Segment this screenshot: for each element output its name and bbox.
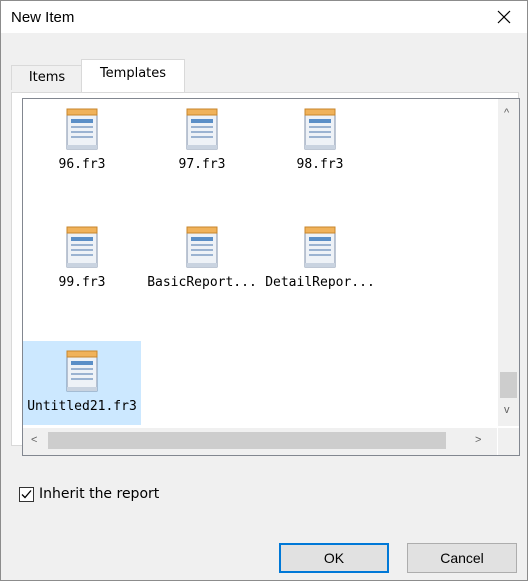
inherit-checkbox[interactable] bbox=[19, 487, 34, 502]
scroll-right-arrow[interactable]: > bbox=[475, 434, 481, 446]
dialog-title: New Item bbox=[11, 9, 75, 26]
report-file-icon bbox=[66, 108, 98, 150]
scrollbar-corner bbox=[498, 428, 519, 455]
vertical-scrollbar[interactable]: ^ v bbox=[498, 99, 519, 426]
report-file-icon bbox=[66, 226, 98, 268]
scroll-up-arrow[interactable]: ^ bbox=[504, 107, 509, 119]
list-item[interactable]: 99.fr3 bbox=[23, 217, 141, 301]
item-label: 99.fr3 bbox=[58, 275, 106, 290]
templates-list-items: 96.fr3 97.fr3 98.fr3 99.fr3 BasicReport.… bbox=[23, 99, 497, 426]
cancel-button[interactable]: Cancel bbox=[407, 543, 517, 573]
item-label: 98.fr3 bbox=[296, 157, 344, 172]
list-item[interactable]: 98.fr3 bbox=[261, 99, 379, 183]
checkmark-icon bbox=[21, 490, 32, 499]
scroll-left-arrow[interactable]: < bbox=[31, 434, 37, 446]
horizontal-scroll-thumb[interactable] bbox=[48, 432, 446, 449]
report-file-icon bbox=[304, 226, 336, 268]
list-item[interactable]: 96.fr3 bbox=[23, 99, 141, 183]
list-item-selected[interactable]: Untitled21.fr3 bbox=[23, 341, 141, 425]
horizontal-scrollbar[interactable]: < > bbox=[23, 428, 497, 455]
report-file-icon bbox=[186, 108, 218, 150]
report-file-icon bbox=[304, 108, 336, 150]
inherit-label: Inherit the report bbox=[39, 486, 160, 502]
ok-button[interactable]: OK bbox=[279, 543, 389, 573]
tab-templates[interactable]: Templates bbox=[81, 59, 185, 92]
tab-items[interactable]: Items bbox=[11, 65, 83, 90]
list-item[interactable]: DetailRepor... bbox=[261, 217, 379, 301]
item-label: DetailRepor... bbox=[265, 275, 375, 290]
item-label: Untitled21.fr3 bbox=[27, 399, 137, 414]
list-item[interactable]: 97.fr3 bbox=[143, 99, 261, 183]
item-label: 96.fr3 bbox=[58, 157, 106, 172]
templates-list[interactable]: 96.fr3 97.fr3 98.fr3 99.fr3 BasicReport.… bbox=[22, 98, 520, 456]
vertical-scroll-thumb[interactable] bbox=[500, 372, 517, 398]
scroll-down-arrow[interactable]: v bbox=[504, 404, 510, 416]
close-icon bbox=[497, 10, 511, 24]
title-bar: New Item bbox=[1, 1, 527, 33]
report-file-icon bbox=[66, 350, 98, 392]
report-file-icon bbox=[186, 226, 218, 268]
item-label: 97.fr3 bbox=[178, 157, 226, 172]
item-label: BasicReport... bbox=[147, 275, 257, 290]
list-item[interactable]: BasicReport... bbox=[143, 217, 261, 301]
close-button[interactable] bbox=[481, 1, 527, 33]
